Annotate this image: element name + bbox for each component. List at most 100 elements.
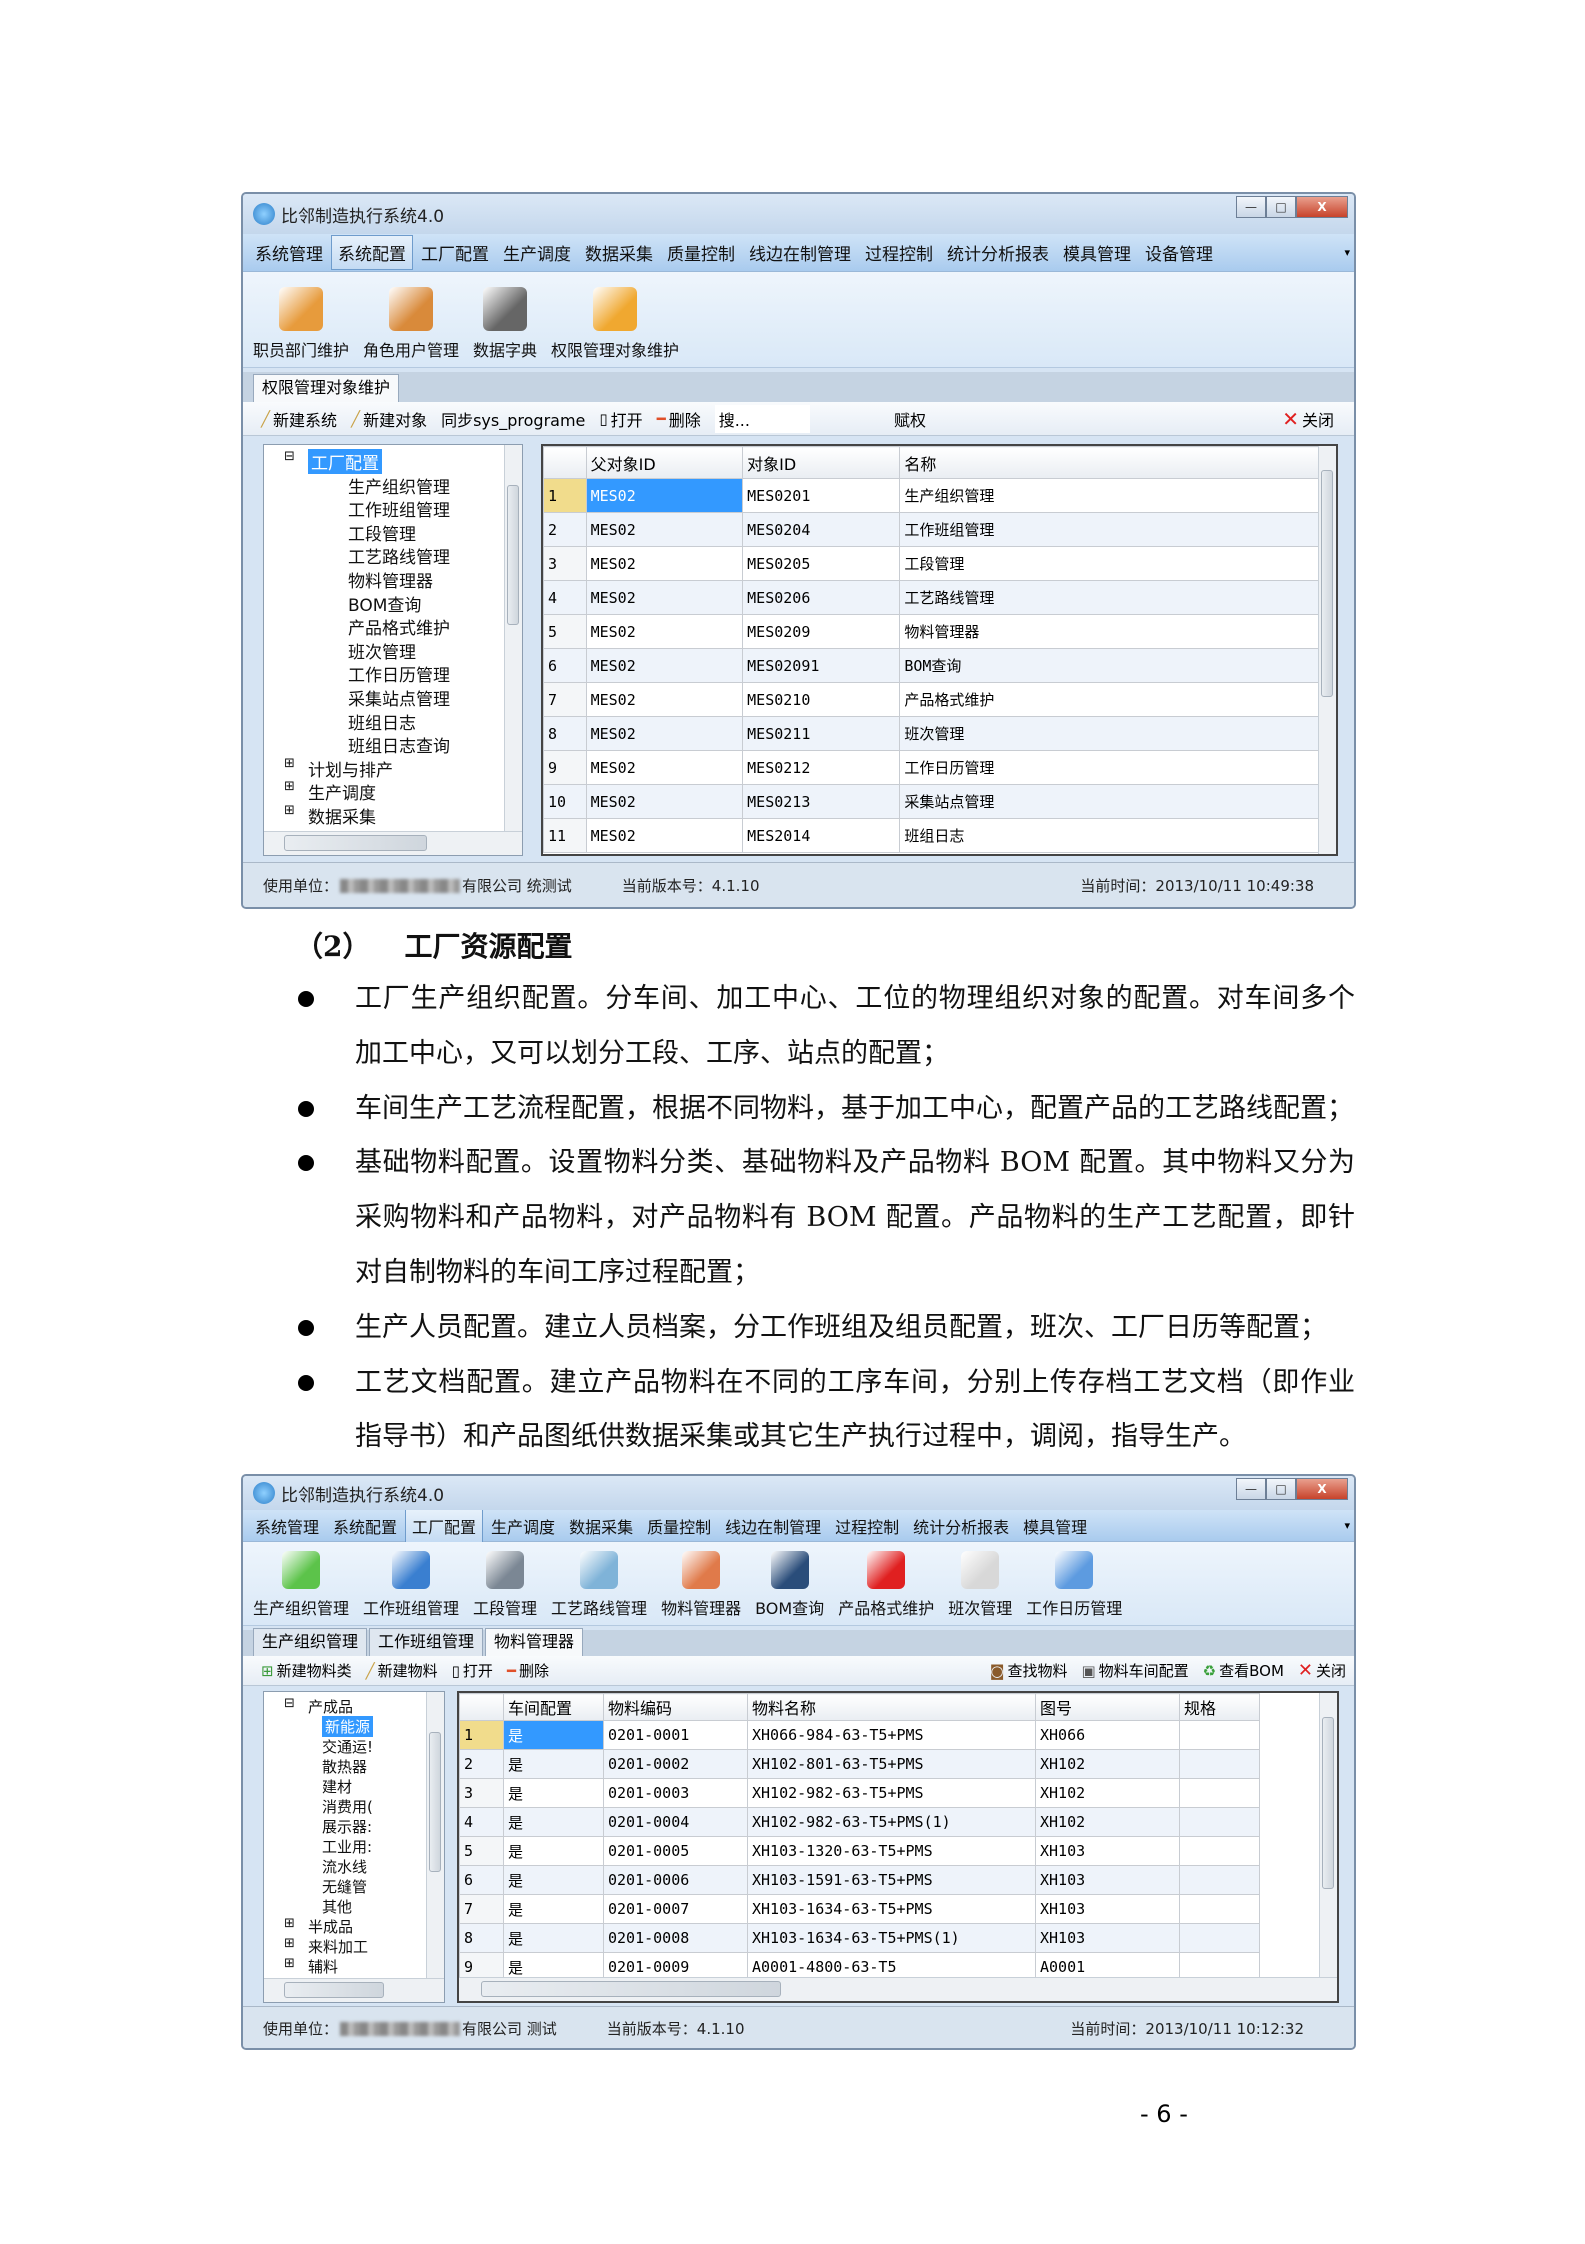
ribbon-button[interactable]: 工作班组管理 xyxy=(363,1551,459,1619)
menu-overflow-icon[interactable]: ▾ xyxy=(1344,246,1350,259)
table-cell[interactable]: 是 xyxy=(503,1865,604,1895)
expand-icon[interactable]: ⊞ xyxy=(284,1916,295,1931)
search-button[interactable]: 搜... xyxy=(714,404,810,433)
table-cell[interactable]: 0201-0003 xyxy=(603,1778,748,1808)
menu-item[interactable]: 统计分析报表 xyxy=(907,1510,1015,1542)
table-cell[interactable]: 生产组织管理 xyxy=(899,478,1336,513)
table-cell[interactable]: MES0211 xyxy=(742,716,901,751)
sync-button[interactable]: 同步sys_programe xyxy=(441,407,585,431)
expand-icon[interactable]: ⊞ xyxy=(284,779,295,794)
column-header[interactable]: 物料名称 xyxy=(747,1693,1036,1721)
menu-item[interactable]: 系统配置 xyxy=(327,1510,403,1542)
table-cell[interactable]: 0201-0004 xyxy=(603,1807,748,1837)
tab[interactable]: 工作班组管理 xyxy=(369,1628,484,1656)
table-row[interactable]: 1 是 0201-0001 XH066-984-63-T5+PMS XH066 xyxy=(459,1720,1260,1750)
table-cell[interactable]: 物料管理器 xyxy=(899,614,1336,649)
maximize-button[interactable]: □ xyxy=(1266,1478,1296,1500)
table-cell[interactable]: XH103-1634-63-T5+PMS xyxy=(747,1894,1036,1924)
table-cell[interactable]: MES02 xyxy=(585,546,744,581)
table-cell[interactable]: 0201-0001 xyxy=(603,1720,748,1750)
column-header[interactable]: 父对象ID xyxy=(585,446,744,479)
ribbon-button[interactable]: 权限管理对象维护 xyxy=(551,287,679,361)
ribbon-button[interactable]: 工作日历管理 xyxy=(1026,1551,1122,1619)
table-cell[interactable]: MES02 xyxy=(585,716,744,751)
ribbon-button[interactable]: 工艺路线管理 xyxy=(551,1551,647,1619)
tree-node[interactable]: BOM查询 xyxy=(348,591,421,616)
tree-node[interactable]: 工作班组管理 xyxy=(348,496,450,521)
table-cell[interactable]: XH103 xyxy=(1035,1894,1180,1924)
find-material-button[interactable]: ◙ 查找物料 xyxy=(990,1660,1068,1681)
tree-vertical-scrollbar[interactable] xyxy=(426,1692,444,1978)
table-cell[interactable]: XH102-982-63-T5+PMS(1) xyxy=(747,1807,1036,1837)
menu-item[interactable]: 质量控制 xyxy=(641,1510,717,1542)
new-system-button[interactable]: ╱ 新建系统 xyxy=(261,407,337,431)
table-cell[interactable]: MES2014 xyxy=(742,818,901,853)
table-cell[interactable] xyxy=(1179,1807,1260,1837)
menu-item[interactable]: 过程控制 xyxy=(829,1510,905,1542)
grant-button[interactable]: 赋权 xyxy=(894,407,926,431)
table-row[interactable]: 3 是 0201-0003 XH102-982-63-T5+PMS XH102 xyxy=(459,1778,1260,1808)
menu-item[interactable]: 统计分析报表 xyxy=(941,236,1055,269)
menu-item[interactable]: 质量控制 xyxy=(661,236,741,269)
table-cell[interactable] xyxy=(1179,1720,1260,1750)
scroll-thumb[interactable] xyxy=(481,1981,781,1997)
scroll-thumb[interactable] xyxy=(507,485,519,625)
menu-item[interactable]: 工厂配置 xyxy=(415,236,495,269)
menu-item[interactable]: 系统管理 xyxy=(249,1510,325,1542)
scroll-thumb[interactable] xyxy=(1322,1717,1334,1889)
table-cell[interactable]: MES02 xyxy=(585,512,744,547)
menu-overflow-icon[interactable]: ▾ xyxy=(1344,1519,1350,1532)
menu-item[interactable]: 系统配置 xyxy=(331,235,413,270)
tree-node[interactable]: 展示器: xyxy=(322,1816,372,1837)
tree-node[interactable]: 流水线 xyxy=(322,1856,367,1877)
table-cell[interactable]: MES0210 xyxy=(742,682,901,717)
menu-item[interactable]: 过程控制 xyxy=(859,236,939,269)
table-cell[interactable]: MES02 xyxy=(585,478,744,513)
tree-node-root[interactable]: 工厂配置 xyxy=(308,449,382,474)
tree-node[interactable]: 半成品 xyxy=(308,1916,353,1937)
table-cell[interactable]: 工作班组管理 xyxy=(899,512,1336,547)
tree-node[interactable]: 班次管理 xyxy=(348,638,416,663)
table-cell[interactable]: XH102 xyxy=(1035,1778,1180,1808)
table-row[interactable]: 7 MES02 MES0210 产品格式维护 xyxy=(543,682,1336,717)
menu-item[interactable]: 生产调度 xyxy=(497,236,577,269)
table-cell[interactable]: MES02 xyxy=(585,614,744,649)
tree-node[interactable]: 辅料 xyxy=(308,1956,338,1977)
ribbon-button[interactable]: 产品格式维护 xyxy=(838,1551,934,1619)
scroll-thumb[interactable] xyxy=(1321,470,1333,697)
ribbon-button[interactable]: 职员部门维护 xyxy=(253,287,349,361)
column-header[interactable]: 规格 xyxy=(1179,1693,1260,1721)
tab[interactable]: 生产组织管理 xyxy=(253,1628,368,1656)
menu-item[interactable]: 模具管理 xyxy=(1017,1510,1093,1542)
collapse-icon[interactable]: ⊟ xyxy=(284,449,295,464)
table-cell[interactable]: XH102 xyxy=(1035,1807,1180,1837)
ribbon-button[interactable]: 物料管理器 xyxy=(661,1551,741,1619)
table-cell[interactable]: MES02 xyxy=(585,682,744,717)
column-header[interactable]: 物料编码 xyxy=(603,1693,748,1721)
table-cell[interactable]: XH102 xyxy=(1035,1749,1180,1779)
table-cell[interactable] xyxy=(1179,1749,1260,1779)
open-button[interactable]: ▯ 打开 xyxy=(599,407,642,431)
view-bom-button[interactable]: ♻ 查看BOM xyxy=(1203,1660,1284,1681)
table-cell[interactable]: XH103 xyxy=(1035,1923,1180,1953)
ribbon-button[interactable]: BOM查询 xyxy=(755,1551,824,1619)
table-row[interactable]: 1 MES02 MES0201 生产组织管理 xyxy=(543,478,1336,513)
close-window-button[interactable]: X xyxy=(1296,1478,1348,1500)
table-row[interactable]: 6 是 0201-0006 XH103-1591-63-T5+PMS XH103 xyxy=(459,1865,1260,1895)
tree-node[interactable]: 产品格式维护 xyxy=(348,614,450,639)
material-workshop-config-button[interactable]: ▣ 物料车间配置 xyxy=(1081,1660,1188,1681)
table-row[interactable]: 2 是 0201-0002 XH102-801-63-T5+PMS XH102 xyxy=(459,1749,1260,1779)
menu-item[interactable]: 系统管理 xyxy=(249,236,329,269)
expand-icon[interactable]: ⊞ xyxy=(284,803,295,818)
table-row[interactable]: 3 MES02 MES0205 工段管理 xyxy=(543,546,1336,581)
table-row[interactable]: 4 是 0201-0004 XH102-982-63-T5+PMS(1) XH102 xyxy=(459,1807,1260,1837)
table-cell[interactable]: 0201-0008 xyxy=(603,1923,748,1953)
grid-horizontal-scrollbar[interactable] xyxy=(459,1977,1337,2001)
column-header[interactable]: 名称 xyxy=(899,446,1336,479)
tab-permission-object[interactable]: 权限管理对象维护 xyxy=(253,374,400,402)
table-cell[interactable] xyxy=(1179,1894,1260,1924)
minimize-button[interactable]: — xyxy=(1236,1478,1266,1500)
table-cell[interactable]: XH066 xyxy=(1035,1720,1180,1750)
tab[interactable]: 物料管理器 xyxy=(485,1628,584,1656)
table-cell[interactable]: XH103 xyxy=(1035,1865,1180,1895)
